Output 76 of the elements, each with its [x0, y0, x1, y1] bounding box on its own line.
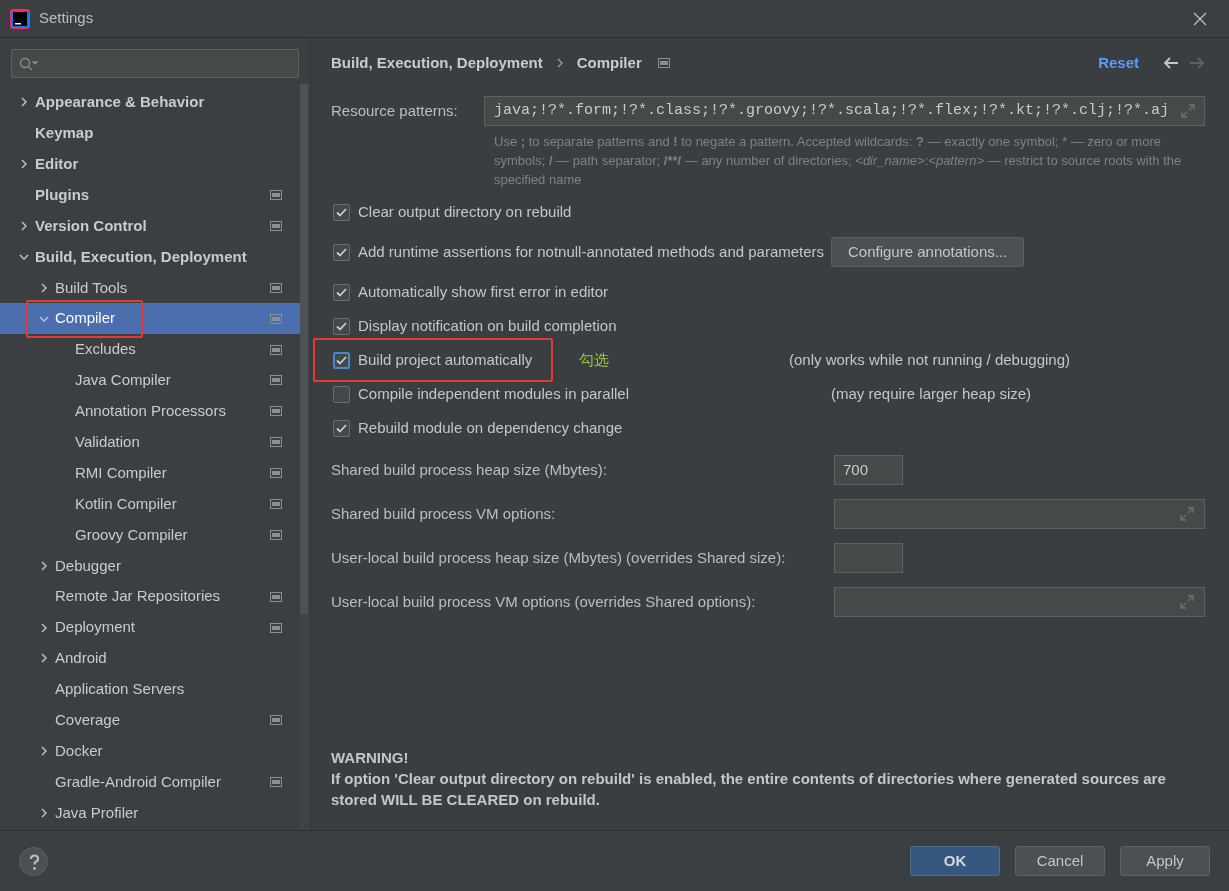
- field-label: User-local build process VM options (overrides Shared options):: [331, 591, 757, 612]
- tree-item-label: Coverage: [55, 710, 121, 730]
- tree-item-label: Gradle-Android Compiler: [55, 771, 221, 792]
- tree-item[interactable]: Debugger: [0, 550, 300, 582]
- tree-item[interactable]: Build Tools: [0, 272, 300, 304]
- field-label: Shared build process VM options:: [331, 503, 557, 524]
- tree-item[interactable]: Appearance & Behavior: [0, 87, 300, 118]
- number-field[interactable]: 700: [834, 455, 903, 485]
- tree-item[interactable]: Java Profiler: [0, 797, 300, 829]
- tree-item[interactable]: Keymap: [0, 117, 300, 149]
- resource-patterns-field[interactable]: java;!?*.form;!?*.class;!?*.groovy;!?*.scala;!?*.flex;!?*.kt;!?*.clj;!?*.aj: [484, 96, 1205, 126]
- warning-text: If option 'Clear output directory on rebuild' is enabled, the entire contents of directories where generated sources are stored WILL BE CLEARED on rebuild.: [331, 769, 1167, 810]
- tree-item-label: Excludes: [75, 339, 136, 360]
- field-label: Resource patterns:: [331, 100, 459, 121]
- tree-item-label: Build, Execution, Deployment: [35, 246, 247, 267]
- warning-title: WARNING!: [331, 748, 410, 768]
- reset-link[interactable]: Reset: [1098, 51, 1139, 75]
- field-label: Shared build process heap size (Mbytes):: [331, 459, 608, 480]
- tree-item-label: Java Profiler: [55, 802, 139, 823]
- dialog-button[interactable]: Apply: [1120, 846, 1210, 876]
- tree-item-label: Remote Jar Repositories: [55, 586, 221, 607]
- tree-item[interactable]: Application Servers: [0, 673, 300, 705]
- note-text: (may require larger heap size): [831, 383, 1032, 404]
- field-label: User-local build process heap size (Mbytes) (overrides Shared size):: [331, 547, 787, 568]
- tree-item[interactable]: Excludes: [0, 334, 300, 365]
- tree-item-label: Debugger: [55, 555, 121, 576]
- tree-item[interactable]: Java Compiler: [0, 365, 300, 396]
- tree-item-label: Application Servers: [55, 679, 185, 700]
- tree-item-label: Docker: [55, 740, 103, 761]
- tree-item[interactable]: Version Control: [0, 210, 300, 242]
- help-text: Use ; to separate patterns and ! to negate a pattern. Accepted wildcards: ? — exactly one symbol; * — zero or more symbols; / — path separator; /**/ — any number of directories; <dir_name>:<pattern> — restrict to source roots with the specified name: [494, 133, 1183, 189]
- tree-item-label: Android: [55, 648, 107, 669]
- tree-item-label: Deployment: [55, 617, 136, 638]
- tree-item[interactable]: Kotlin Compiler: [0, 488, 300, 520]
- dialog-button[interactable]: Cancel: [1015, 846, 1105, 876]
- tree-item-label: Annotation Processors: [75, 401, 226, 422]
- checkbox-label: Display notification on build completion: [358, 315, 617, 336]
- breadcrumb-item: Compiler: [576, 52, 642, 73]
- tree-item-label: Plugins: [35, 184, 90, 205]
- tree-item[interactable]: Annotation Processors: [0, 395, 300, 427]
- tree-item[interactable]: Editor: [0, 148, 300, 180]
- checkbox-label: Rebuild module on dependency change: [358, 417, 623, 438]
- tree-item[interactable]: Groovy Compiler: [0, 519, 300, 551]
- tree-item[interactable]: Deployment: [0, 612, 300, 644]
- checkbox-label: Build project automatically: [358, 349, 533, 370]
- checkbox-label: Automatically show first error in editor: [358, 281, 609, 302]
- annotation-text: 勾选: [579, 349, 610, 371]
- tree-item-label: Editor: [35, 153, 79, 174]
- checkbox-label: Add runtime assertions for notnull-annotated methods and parameters: [358, 241, 825, 262]
- tree-item[interactable]: RMI Compiler: [0, 457, 300, 489]
- ok-button[interactable]: OK: [910, 846, 1000, 876]
- tree-item[interactable]: Compiler: [0, 303, 300, 335]
- tree-item[interactable]: Android: [0, 643, 300, 674]
- tree-item-label: Build Tools: [55, 277, 128, 298]
- window-title: Settings: [39, 8, 94, 29]
- tree-item[interactable]: Docker: [0, 735, 300, 767]
- tree-item-label: Groovy Compiler: [75, 524, 188, 545]
- tree-item[interactable]: Gradle-Android Compiler: [0, 766, 300, 798]
- tree-item[interactable]: Remote Jar Repositories: [0, 581, 300, 613]
- checkbox-label: Compile independent modules in parallel: [358, 383, 629, 404]
- tree-item-label: Keymap: [35, 123, 94, 144]
- tree-item-label: Version Control: [35, 215, 147, 236]
- tree-item-label: Compiler: [55, 308, 115, 329]
- tree-item[interactable]: Validation: [0, 426, 300, 458]
- breadcrumb-item[interactable]: Build, Execution, Deployment: [331, 51, 543, 75]
- tree-item[interactable]: Coverage: [0, 704, 300, 736]
- tree-item-label: Validation: [75, 432, 140, 452]
- note-text: (only works while not running / debugging): [789, 349, 1070, 370]
- tree-item-label: RMI Compiler: [75, 462, 167, 483]
- tree-item[interactable]: Plugins: [0, 179, 300, 211]
- configure-annotations-button[interactable]: Configure annotations...: [831, 237, 1025, 267]
- tree-item-label: Appearance & Behavior: [35, 92, 205, 113]
- tree-item-label: Java Compiler: [75, 370, 171, 391]
- checkbox-label: Clear output directory on rebuild: [358, 201, 572, 222]
- tree-item[interactable]: Build, Execution, Deployment: [0, 241, 300, 273]
- tree-item-label: Kotlin Compiler: [75, 493, 177, 514]
